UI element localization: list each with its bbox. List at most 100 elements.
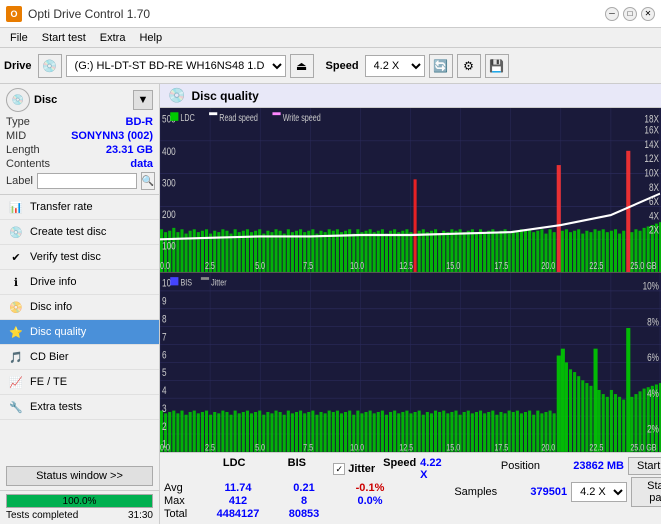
sidebar: 💿 Disc ▼ Type BD-R MID SONYNN3 (002) Len… [0, 84, 160, 524]
svg-text:5.0: 5.0 [255, 260, 265, 271]
sidebar-item-label: FE / TE [30, 376, 67, 388]
svg-text:7.5: 7.5 [303, 260, 313, 271]
position-value: 23862 MB [544, 460, 624, 472]
close-button[interactable]: ✕ [641, 7, 655, 21]
svg-text:15.0: 15.0 [446, 442, 460, 452]
svg-text:2%: 2% [647, 424, 659, 436]
start-part-button[interactable]: Start part [631, 477, 661, 507]
sidebar-item-transfer-rate[interactable]: 📊 Transfer rate [0, 195, 159, 220]
sidebar-item-label: CD Bier [30, 351, 69, 363]
total-ldc: 4484127 [202, 508, 274, 520]
menu-extra[interactable]: Extra [94, 31, 132, 45]
svg-text:2: 2 [162, 421, 167, 433]
minimize-button[interactable]: ─ [605, 7, 619, 21]
disc-title: Disc [34, 94, 57, 106]
sidebar-item-fe-te[interactable]: 📈 FE / TE [0, 370, 159, 395]
svg-text:10.0: 10.0 [350, 260, 364, 271]
svg-text:LDC: LDC [180, 112, 194, 123]
menu-bar: File Start test Extra Help [0, 28, 661, 48]
svg-text:6%: 6% [647, 352, 659, 364]
maximize-button[interactable]: □ [623, 7, 637, 21]
disc-length-value: 23.31 GB [106, 144, 153, 156]
drive-icon-btn: 💿 [38, 54, 62, 78]
disc-label-input[interactable] [37, 173, 137, 189]
svg-text:Jitter: Jitter [211, 276, 227, 287]
window-controls: ─ □ ✕ [605, 7, 655, 21]
avg-jitter: -0.1% [342, 482, 398, 494]
samples-row: Samples 379501 4.2 X Start part [454, 477, 661, 507]
disc-type-value: BD-R [126, 116, 154, 128]
drive-label: Drive [4, 60, 32, 72]
max-label: Max [164, 495, 202, 507]
svg-text:2.5: 2.5 [205, 260, 215, 271]
speed-select[interactable]: 4.2 X [365, 55, 425, 77]
avg-bis: 0.21 [274, 482, 334, 494]
avg-ldc: 11.74 [202, 482, 274, 494]
disc-length-label: Length [6, 144, 40, 156]
status-text: Tests completed [6, 510, 78, 521]
sidebar-item-create-test-disc[interactable]: 💿 Create test disc [0, 220, 159, 245]
sidebar-item-label: Create test disc [30, 226, 106, 238]
svg-text:Read speed: Read speed [219, 112, 258, 123]
sidebar-item-disc-info[interactable]: 📀 Disc info [0, 295, 159, 320]
menu-help[interactable]: Help [133, 31, 168, 45]
toolbar: Drive 💿 (G:) HL-DT-ST BD-RE WH16NS48 1.D… [0, 48, 661, 84]
svg-text:12X: 12X [644, 153, 659, 166]
max-jitter: 0.0% [342, 495, 398, 507]
status-window-button[interactable]: Status window >> [6, 466, 153, 486]
position-row: Position 23862 MB Start full [501, 457, 661, 475]
svg-text:16X: 16X [644, 124, 659, 137]
time-text: 31:30 [128, 510, 153, 521]
disc-header: 💿 Disc ▼ [6, 88, 153, 112]
stats-header: LDC BIS ✓ Jitter Speed 4.22 X [164, 457, 450, 481]
app-title: Opti Drive Control 1.70 [28, 7, 150, 21]
max-ldc: 412 [202, 495, 274, 507]
avg-label: Avg [164, 482, 202, 494]
sidebar-item-label: Transfer rate [30, 201, 93, 213]
svg-text:400: 400 [162, 146, 176, 159]
bottom-chart: 10% 8% 6% 4% 2% 10 9 8 7 6 5 4 3 2 1 [160, 273, 661, 452]
sidebar-item-label: Extra tests [30, 401, 82, 413]
svg-text:10%: 10% [643, 281, 660, 293]
quality-header-icon: 💿 [168, 87, 185, 104]
disc-contents-label: Contents [6, 158, 50, 170]
svg-text:8X: 8X [649, 182, 659, 195]
speed-dropdown[interactable]: 4.2 X [571, 482, 627, 502]
save-button[interactable]: 💾 [485, 54, 509, 78]
quality-title: Disc quality [191, 89, 258, 103]
sidebar-item-verify-test-disc[interactable]: ✔ Verify test disc [0, 245, 159, 270]
col-ldc-header: LDC [200, 457, 268, 481]
svg-text:100: 100 [162, 240, 176, 253]
sidebar-item-extra-tests[interactable]: 🔧 Extra tests [0, 395, 159, 420]
svg-text:2X: 2X [649, 224, 659, 237]
svg-text:20.0: 20.0 [541, 442, 555, 452]
svg-text:10X: 10X [644, 167, 659, 180]
sidebar-item-drive-info[interactable]: ℹ Drive info [0, 270, 159, 295]
total-bis: 80853 [274, 508, 334, 520]
svg-text:22.5: 22.5 [589, 260, 603, 271]
svg-text:BIS: BIS [180, 276, 192, 287]
disc-label-btn[interactable]: 🔍 [141, 172, 155, 190]
disc-contents-row: Contents data [6, 158, 153, 170]
refresh-button[interactable]: 🔄 [429, 54, 453, 78]
jitter-checkbox[interactable]: ✓ [333, 463, 345, 475]
svg-text:6: 6 [162, 349, 167, 361]
menu-start-test[interactable]: Start test [36, 31, 92, 45]
settings-button[interactable]: ⚙ [457, 54, 481, 78]
progress-text: 100.0% [7, 495, 152, 507]
disc-expand-btn[interactable]: ▼ [133, 90, 153, 110]
stats-table: LDC BIS ✓ Jitter Speed 4.22 X Avg 11.74 … [164, 457, 450, 520]
svg-text:4X: 4X [649, 210, 659, 223]
sidebar-item-disc-quality[interactable]: ⭐ Disc quality [0, 320, 159, 345]
samples-value: 379501 [501, 486, 567, 498]
create-test-disc-icon: 💿 [8, 224, 24, 240]
top-chart: 18X 16X 14X 12X 10X 8X 6X 4X 2X 500 400 … [160, 108, 661, 273]
max-bis: 8 [274, 495, 334, 507]
svg-text:0.0: 0.0 [160, 442, 170, 452]
extra-tests-icon: 🔧 [8, 399, 24, 415]
menu-file[interactable]: File [4, 31, 34, 45]
start-full-button[interactable]: Start full [628, 457, 661, 475]
drive-select[interactable]: (G:) HL-DT-ST BD-RE WH16NS48 1.D3 [66, 55, 286, 77]
sidebar-item-cd-bier[interactable]: 🎵 CD Bier [0, 345, 159, 370]
eject-button[interactable]: ⏏ [290, 54, 314, 78]
